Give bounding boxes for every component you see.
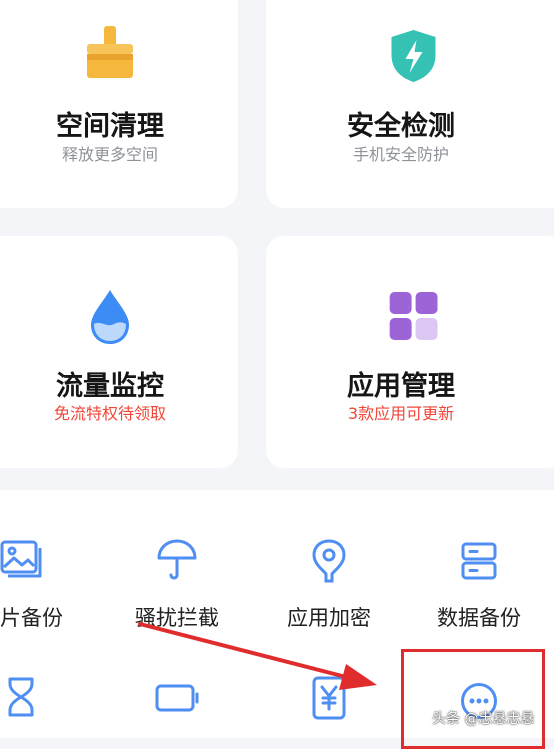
- annotation-arrow-icon: [138, 622, 377, 690]
- watermark: 头条 @忠悬忠悬: [432, 711, 535, 727]
- highlight-box: [401, 649, 545, 749]
